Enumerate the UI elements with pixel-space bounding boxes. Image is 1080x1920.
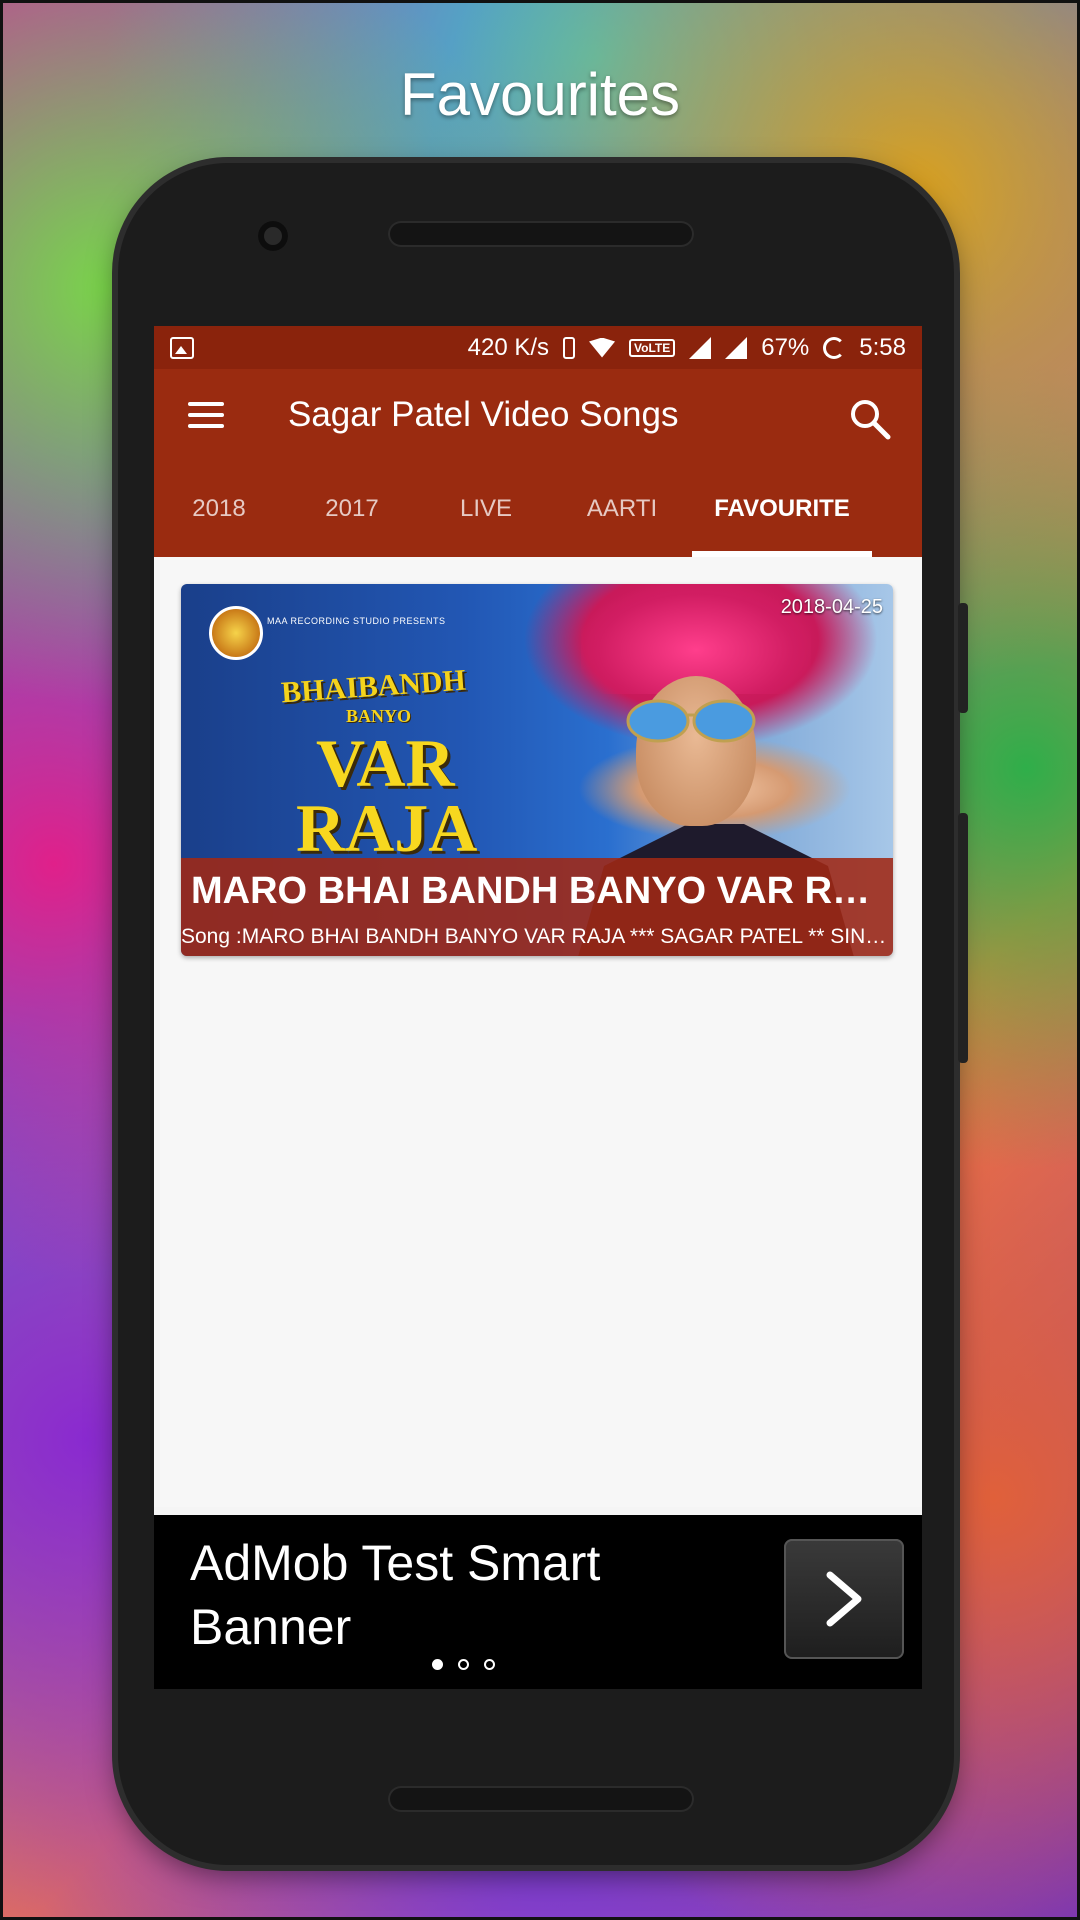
wifi-icon	[589, 337, 616, 358]
status-bar: 420 K/s VoLTE 67% 5:58	[154, 326, 922, 369]
app-screen: 420 K/s VoLTE 67% 5:58 Sagar Patel Video…	[154, 326, 922, 1689]
top-speaker-grille	[388, 221, 694, 247]
app-title: Sagar Patel Video Songs	[288, 395, 679, 434]
tab-2018[interactable]: 2018	[154, 459, 284, 557]
bottom-speaker-grille	[388, 1786, 694, 1812]
video-date: 2018-04-25	[780, 596, 883, 618]
signal-icon-sim1	[689, 336, 712, 359]
ad-text[interactable]: AdMob Test Smart Banner	[190, 1531, 660, 1659]
gallery-notification-icon	[170, 336, 194, 359]
front-camera	[258, 221, 288, 251]
studio-logo-icon	[209, 606, 263, 660]
hamburger-menu-icon[interactable]	[188, 402, 224, 428]
tab-2017[interactable]: 2017	[284, 459, 420, 557]
page-dot-2	[458, 1659, 469, 1670]
battery-icon	[823, 336, 846, 359]
phone-frame: 420 K/s VoLTE 67% 5:58 Sagar Patel Video…	[118, 163, 968, 1865]
thumbnail-sunglasses	[626, 699, 756, 743]
ad-open-button[interactable]	[784, 1539, 904, 1659]
tab-bar: 2018 2017 LIVE AARTI FAVOURITE	[154, 459, 922, 557]
thumbnail-text-line1: BHAIBANDH	[280, 663, 467, 710]
tab-aarti[interactable]: AARTI	[552, 459, 692, 557]
tab-live[interactable]: LIVE	[420, 459, 552, 557]
thumbnail-text-line4: RAJA	[296, 790, 478, 866]
video-subtitle: Song :MARO BHAI BANDH BANYO VAR RAJA ***…	[181, 925, 887, 948]
favourites-list: MAA RECORDING STUDIO PRESENTS BHAIBANDH …	[154, 557, 922, 1507]
ad-page-indicator	[432, 1659, 510, 1670]
clock: 5:58	[859, 333, 906, 361]
chevron-right-icon	[826, 1571, 862, 1627]
video-card[interactable]: MAA RECORDING STUDIO PRESENTS BHAIBANDH …	[181, 584, 893, 956]
network-speed: 420 K/s	[467, 333, 550, 361]
app-toolbar: Sagar Patel Video Songs	[154, 369, 922, 459]
video-caption: MARO BHAI BANDH BANYO VAR RAJA Song :MAR…	[181, 858, 893, 956]
ad-banner[interactable]: AdMob Test Smart Banner	[154, 1515, 922, 1689]
volte-badge: VoLTE	[629, 338, 676, 357]
video-title: MARO BHAI BANDH BANYO VAR RAJA	[191, 870, 883, 912]
signal-icon-sim2	[725, 336, 748, 359]
promo-title: Favourites	[399, 61, 681, 128]
page-dot-1	[432, 1659, 443, 1670]
power-button	[958, 603, 968, 713]
page-dot-3	[484, 1659, 495, 1670]
battery-percent: 67%	[761, 333, 810, 361]
thumbnail-studio-text: MAA RECORDING STUDIO PRESENTS	[267, 616, 446, 626]
search-icon[interactable]	[848, 397, 892, 441]
tab-favourite[interactable]: FAVOURITE	[692, 459, 872, 557]
vibrate-icon	[563, 336, 576, 359]
volume-button	[958, 813, 968, 1063]
